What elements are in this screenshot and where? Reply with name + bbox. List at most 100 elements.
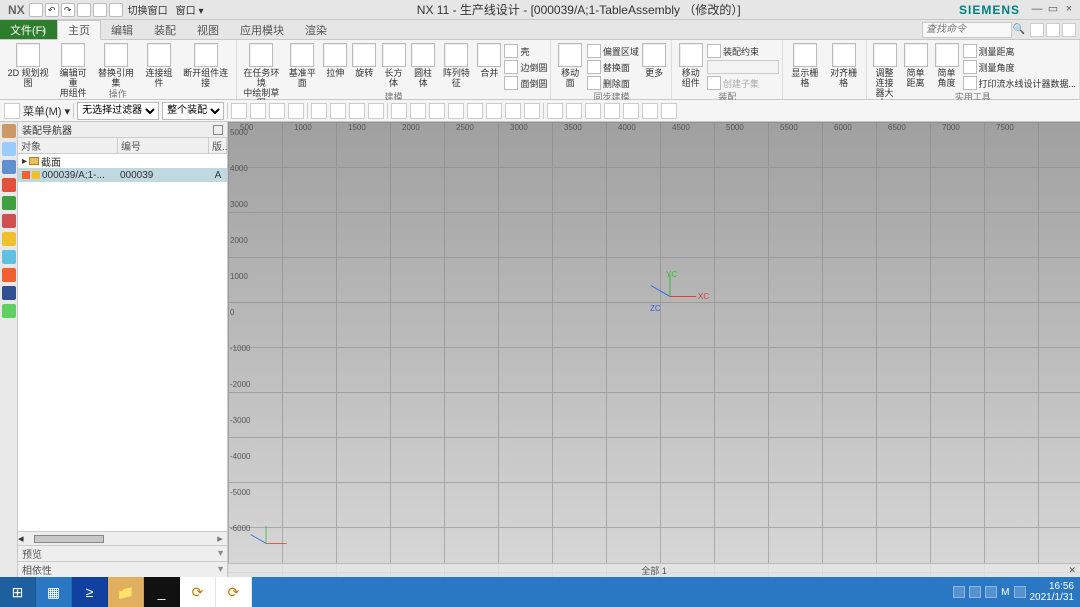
- tool-ico-9[interactable]: [391, 103, 407, 119]
- tool-ico-14[interactable]: [486, 103, 502, 119]
- tool-ico-19[interactable]: [585, 103, 601, 119]
- task-ps[interactable]: ≥: [72, 577, 108, 607]
- op-btn-1[interactable]: 编辑可重 用组件: [54, 41, 92, 88]
- op-btn-4[interactable]: 断开组件连接: [179, 41, 233, 88]
- model-btn-5[interactable]: 圆柱体: [409, 41, 438, 91]
- tool-side-0[interactable]: 测量距离: [963, 43, 1077, 59]
- tip-icon[interactable]: [1046, 23, 1060, 37]
- restore-button[interactable]: ▭: [1046, 3, 1060, 17]
- tool-ico-4[interactable]: [288, 103, 304, 119]
- undo-icon[interactable]: ↶: [45, 3, 59, 17]
- graphics-viewport[interactable]: 5001000150020002500300035004000450050005…: [228, 122, 1080, 577]
- nav-roles-icon[interactable]: [2, 268, 16, 282]
- nav-assembly-icon[interactable]: [2, 124, 16, 138]
- nav-mfg-icon[interactable]: [2, 286, 16, 300]
- model-btn-7[interactable]: 合并: [475, 41, 503, 91]
- tool-ico-13[interactable]: [467, 103, 483, 119]
- nav-row-selected[interactable]: 000039/A;1-... 000039 A: [18, 168, 227, 182]
- scroll-thumb[interactable]: [34, 535, 104, 543]
- sync-side-2[interactable]: 删除面: [587, 75, 639, 91]
- tool-ico-3[interactable]: [269, 103, 285, 119]
- model-btn-3[interactable]: 旋转: [350, 41, 378, 91]
- cut-icon[interactable]: [77, 3, 91, 17]
- filter-select-1[interactable]: 无选择过滤器: [77, 102, 159, 120]
- nav-browser-icon[interactable]: [2, 214, 16, 228]
- tool-ico-11[interactable]: [429, 103, 445, 119]
- model-side-1[interactable]: 边倒圆: [504, 59, 547, 75]
- op-btn-0[interactable]: 2D 规划视图: [3, 41, 53, 88]
- model-side-2[interactable]: 面倒圆: [504, 75, 547, 91]
- tool-btn-0[interactable]: 调整连接 器大小..: [870, 41, 900, 91]
- tool-ico-8[interactable]: [368, 103, 384, 119]
- sync-side-0[interactable]: 偏置区域: [587, 43, 639, 59]
- filter-select-2[interactable]: 整个装配: [162, 102, 224, 120]
- model-btn-4[interactable]: 长方体: [379, 41, 408, 91]
- tool-side-2[interactable]: 打印流水线设计器数据...: [963, 75, 1077, 91]
- op-btn-3[interactable]: 连接组件: [140, 41, 178, 88]
- minimize-button[interactable]: —: [1030, 3, 1044, 17]
- tool-ico-22[interactable]: [642, 103, 658, 119]
- system-tray[interactable]: M 16:56 2021/1/31: [947, 581, 1080, 603]
- tray-lang-icon[interactable]: [1014, 586, 1026, 598]
- redo-icon[interactable]: ↷: [61, 3, 75, 17]
- nav-system-icon[interactable]: [2, 304, 16, 318]
- tray-vol-icon[interactable]: [985, 586, 997, 598]
- window-menu[interactable]: 窗口 ▾: [173, 2, 207, 17]
- task-nx1[interactable]: ⟳: [180, 577, 216, 607]
- save-icon[interactable]: [29, 3, 43, 17]
- model-btn-2[interactable]: 拉伸: [321, 41, 349, 91]
- tab-render[interactable]: 渲染: [295, 20, 338, 39]
- task-folder[interactable]: 📁: [108, 577, 144, 607]
- nav-row-section[interactable]: ▸截面: [18, 154, 227, 168]
- close-button[interactable]: ×: [1062, 3, 1076, 17]
- sync-side-1[interactable]: 替换面: [587, 59, 639, 75]
- tray-ime[interactable]: M: [1001, 587, 1009, 598]
- task-explorer[interactable]: ▦: [36, 577, 72, 607]
- nav-reuse-icon[interactable]: [2, 178, 16, 192]
- tab-view[interactable]: 视图: [187, 20, 230, 39]
- tool-ico-10[interactable]: [410, 103, 426, 119]
- tool-ico-15[interactable]: [505, 103, 521, 119]
- system-clock[interactable]: 16:56 2021/1/31: [1030, 581, 1075, 603]
- start-button[interactable]: ⊞: [0, 577, 36, 607]
- switch-window-label[interactable]: 切换窗口: [125, 2, 171, 17]
- options-icon[interactable]: [1062, 23, 1076, 37]
- col-version[interactable]: 版..: [209, 138, 227, 153]
- check-icon[interactable]: [22, 171, 30, 179]
- tool-side-1[interactable]: 测量角度: [963, 59, 1077, 75]
- model-btn-0[interactable]: 在任务环境 中绘制草图: [240, 41, 284, 91]
- task-cmd[interactable]: _: [144, 577, 180, 607]
- tray-up-icon[interactable]: [953, 586, 965, 598]
- tool-ico-21[interactable]: [623, 103, 639, 119]
- navigator-tree[interactable]: ▸截面 000039/A;1-... 000039 A: [18, 154, 227, 531]
- tab-edit[interactable]: 编辑: [101, 20, 144, 39]
- copy-icon[interactable]: [93, 3, 107, 17]
- tab-assembly[interactable]: 装配: [144, 20, 187, 39]
- tool-ico-17[interactable]: [547, 103, 563, 119]
- nav-process-icon[interactable]: [2, 250, 16, 264]
- tool-ico-5[interactable]: [311, 103, 327, 119]
- navigator-footer-preview[interactable]: 预览: [18, 545, 227, 561]
- tool-ico-18[interactable]: [566, 103, 582, 119]
- model-btn-6[interactable]: 阵列特征: [438, 41, 474, 91]
- asm-subset-field[interactable]: [707, 59, 779, 75]
- pin-icon[interactable]: [213, 125, 223, 135]
- asm-create-subset[interactable]: 创建子集: [707, 75, 779, 91]
- sync-more[interactable]: 更多: [640, 41, 669, 91]
- col-number[interactable]: 编号: [118, 138, 209, 153]
- sync-btn-0[interactable]: 移动面: [554, 41, 585, 91]
- model-side-0[interactable]: 壳: [504, 43, 547, 59]
- grid-btn-1[interactable]: 对齐栅格: [825, 41, 863, 88]
- grid-btn-0[interactable]: 显示栅格: [786, 41, 824, 88]
- swap-icon[interactable]: [109, 3, 123, 17]
- tool-ico-6[interactable]: [330, 103, 346, 119]
- tool-btn-2[interactable]: 简单角度: [932, 41, 962, 91]
- asm-btn-0[interactable]: 移动组件: [675, 41, 706, 91]
- command-search[interactable]: 🔍: [922, 22, 1026, 37]
- tray-net-icon[interactable]: [969, 586, 981, 598]
- tool-ico-7[interactable]: [349, 103, 365, 119]
- nav-part-icon[interactable]: [2, 160, 16, 174]
- tab-app[interactable]: 应用模块: [230, 20, 295, 39]
- navigator-hscroll[interactable]: ◂▸: [18, 531, 227, 545]
- tab-home[interactable]: 主页: [57, 20, 101, 40]
